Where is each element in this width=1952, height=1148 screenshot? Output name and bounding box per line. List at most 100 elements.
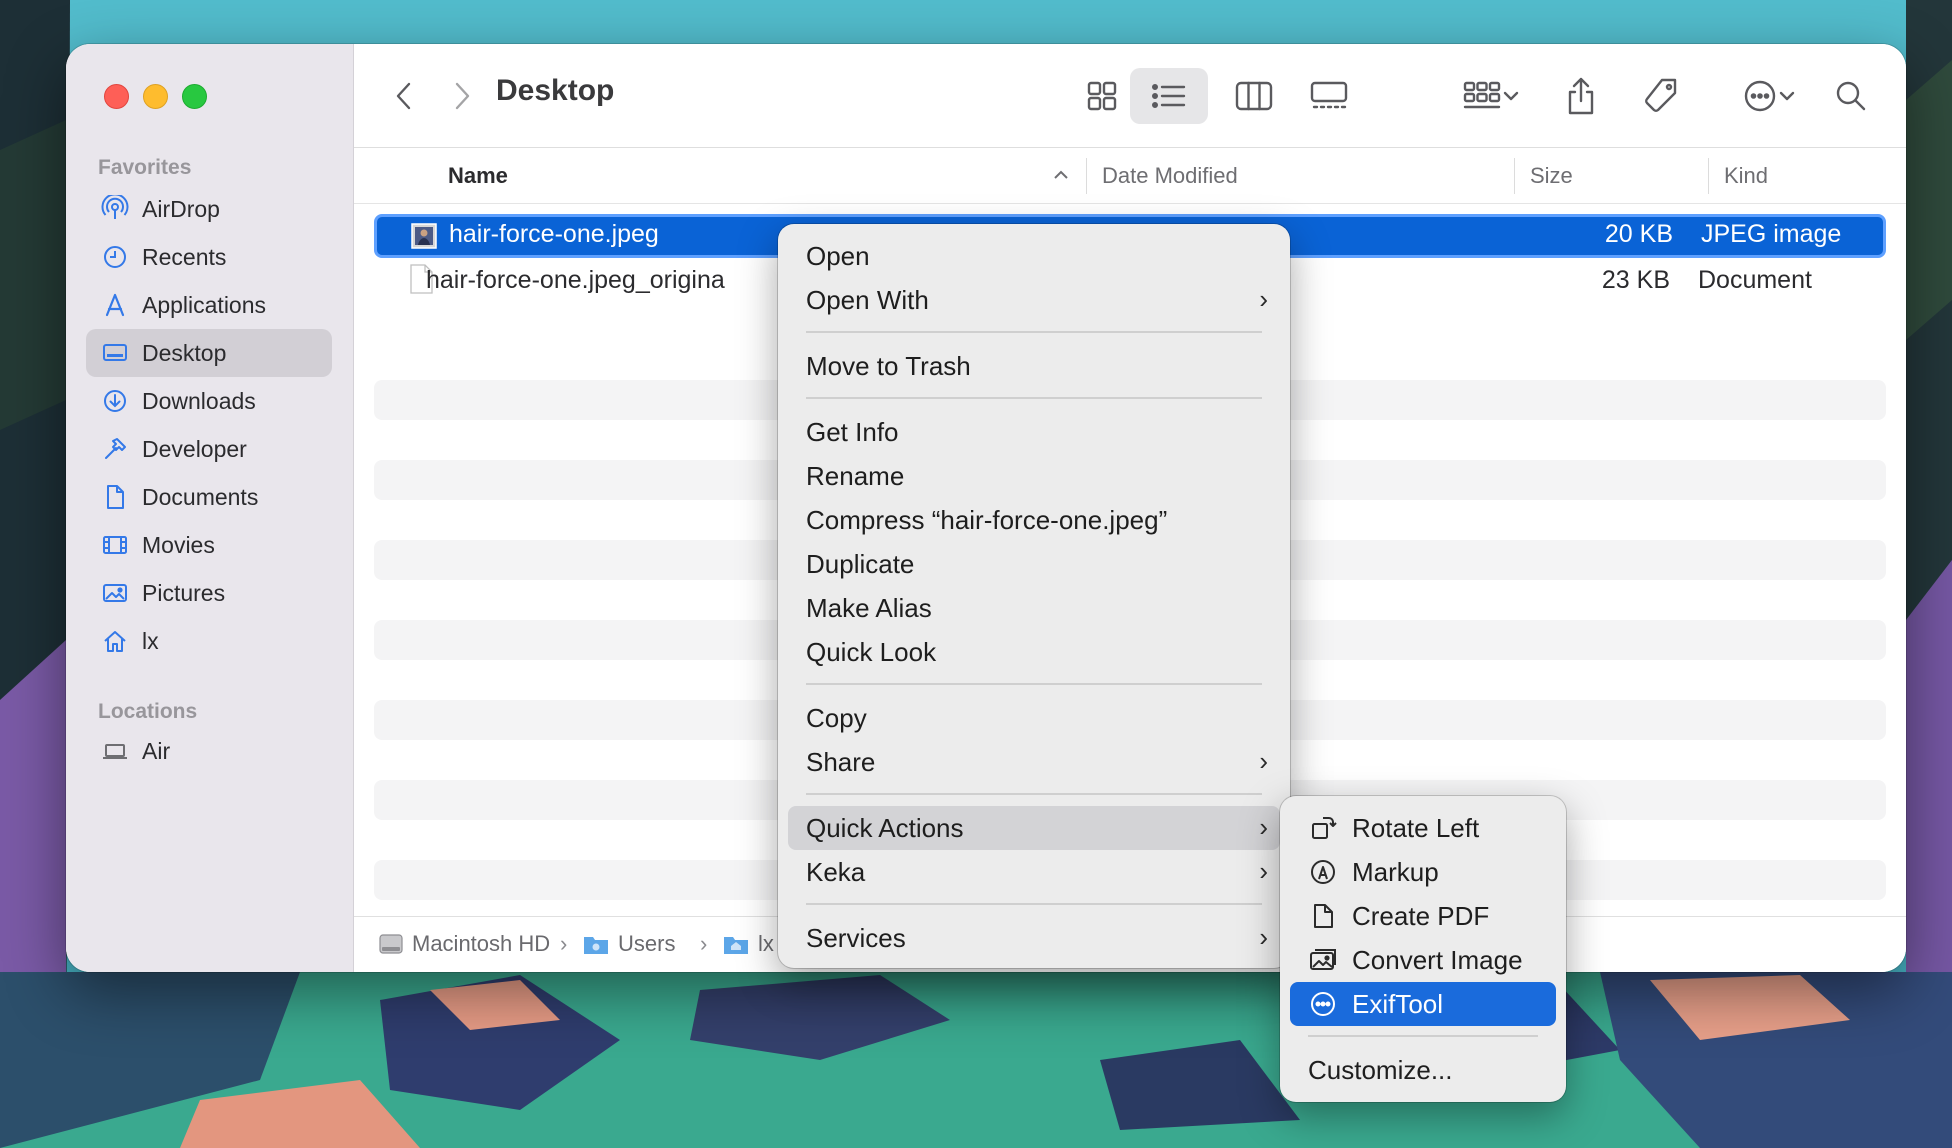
sidebar-item-label: Developer <box>142 435 247 462</box>
menu-item-share[interactable]: Share › <box>788 740 1280 784</box>
menu-item-label: Rename <box>806 460 905 491</box>
path-item-users[interactable]: Users <box>582 931 675 957</box>
search-button[interactable] <box>1826 68 1876 124</box>
actions-button[interactable] <box>1728 68 1810 124</box>
menu-item-markup[interactable]: Markup <box>1290 850 1556 894</box>
menu-item-label: Services <box>806 922 906 953</box>
path-separator: › <box>560 931 568 956</box>
menu-item-customize[interactable]: Customize... <box>1290 1048 1556 1092</box>
menu-item-label: Compress “hair-force-one.jpeg” <box>806 504 1168 535</box>
minimize-window-button[interactable] <box>143 84 168 109</box>
menu-item-quick-look[interactable]: Quick Look <box>788 630 1280 674</box>
download-icon <box>100 386 130 416</box>
sidebar-item-label: lx <box>142 627 159 654</box>
column-separator[interactable] <box>1708 158 1709 194</box>
close-window-button[interactable] <box>104 84 129 109</box>
column-view-button[interactable] <box>1224 68 1284 124</box>
sidebar-item-pictures[interactable]: Pictures <box>86 569 332 617</box>
quick-actions-submenu: Rotate Left Markup Create PDF Convert Im… <box>1280 796 1566 1102</box>
desktop-icon <box>100 338 130 368</box>
list-view-button[interactable] <box>1130 68 1208 124</box>
ellipsis-circle-icon <box>1744 80 1776 112</box>
sidebar-item-label: AirDrop <box>142 195 220 222</box>
columns-icon <box>1235 81 1273 111</box>
share-button[interactable] <box>1556 68 1606 124</box>
chevron-right-icon: › <box>1259 922 1268 952</box>
menu-item-open-with[interactable]: Open With › <box>788 278 1280 322</box>
menu-item-label: Copy <box>806 702 867 733</box>
menu-item-services[interactable]: Services › <box>788 916 1280 960</box>
hammer-icon <box>100 434 130 464</box>
column-separator[interactable] <box>1086 158 1087 194</box>
chevron-left-icon <box>396 82 411 110</box>
menu-item-duplicate[interactable]: Duplicate <box>788 542 1280 586</box>
window-controls <box>104 84 207 109</box>
sidebar-item-air[interactable]: Air <box>86 727 332 775</box>
gallery-view-button[interactable] <box>1298 68 1360 124</box>
toolbar: Desktop <box>354 44 1906 148</box>
menu-item-label: Quick Actions <box>806 812 964 843</box>
path-item-lx[interactable]: lx <box>722 931 774 957</box>
menu-item-label: Get Info <box>806 416 899 447</box>
menu-item-label: Move to Trash <box>806 350 971 381</box>
name-column-header[interactable]: Name <box>448 163 508 189</box>
jpeg-thumbnail-icon <box>411 223 437 249</box>
menu-item-rename[interactable]: Rename <box>788 454 1280 498</box>
chevron-right-icon <box>455 82 470 110</box>
menu-item-label: Duplicate <box>806 548 915 579</box>
sidebar-item-label: Recents <box>142 243 227 270</box>
menu-item-make-alias[interactable]: Make Alias <box>788 586 1280 630</box>
menu-item-copy[interactable]: Copy <box>788 696 1280 740</box>
menu-item-rotate-left[interactable]: Rotate Left <box>1290 806 1556 850</box>
forward-button[interactable] <box>440 68 484 124</box>
back-button[interactable] <box>382 68 426 124</box>
menu-item-open[interactable]: Open <box>788 234 1280 278</box>
context-menu: Open Open With › Move to Trash Get Info R… <box>778 224 1290 968</box>
menu-item-label: Make Alias <box>806 592 932 623</box>
convert-image-icon <box>1308 945 1338 975</box>
column-separator[interactable] <box>1514 158 1515 194</box>
menu-item-move-to-trash[interactable]: Move to Trash <box>788 344 1280 388</box>
path-item-label: Macintosh HD <box>412 931 551 956</box>
group-grid-icon <box>1463 81 1501 109</box>
menu-item-label: ExifTool <box>1352 988 1444 1019</box>
menu-item-label: Open <box>806 240 870 271</box>
sidebar-item-downloads[interactable]: Downloads <box>86 377 332 425</box>
chevron-right-icon: › <box>1259 284 1268 314</box>
tag-button[interactable] <box>1636 68 1686 124</box>
sidebar-item-applications[interactable]: Applications <box>86 281 332 329</box>
menu-item-convert-image[interactable]: Convert Image <box>1290 938 1556 982</box>
document-icon <box>100 482 130 512</box>
date-modified-column-header[interactable]: Date Modified <box>1102 163 1238 189</box>
group-by-button[interactable] <box>1450 68 1532 124</box>
icon-view-button[interactable] <box>1072 68 1132 124</box>
menu-item-get-info[interactable]: Get Info <box>788 410 1280 454</box>
menu-separator <box>806 903 1262 905</box>
kind-column-header[interactable]: Kind <box>1724 163 1768 189</box>
file-name: hair-force-one.jpeg_origina <box>426 266 725 294</box>
menu-item-compress[interactable]: Compress “hair-force-one.jpeg” <box>788 498 1280 542</box>
sidebar-item-airdrop[interactable]: AirDrop <box>86 185 332 233</box>
sidebar-item-developer[interactable]: Developer <box>86 425 332 473</box>
zoom-window-button[interactable] <box>182 84 207 109</box>
sidebar-item-desktop[interactable]: Desktop <box>86 329 332 377</box>
menu-item-keka[interactable]: Keka › <box>788 850 1280 894</box>
menu-item-quick-actions[interactable]: Quick Actions › <box>788 806 1280 850</box>
path-item-macintosh-hd[interactable]: Macintosh HD <box>378 931 550 957</box>
sidebar-item-recents[interactable]: Recents <box>86 233 332 281</box>
clock-icon <box>100 242 130 272</box>
window-title: Desktop <box>496 74 615 107</box>
menu-item-label: Keka <box>806 856 866 887</box>
size-column-header[interactable]: Size <box>1530 163 1573 189</box>
sidebar-item-documents[interactable]: Documents <box>86 473 332 521</box>
sidebar-item-home[interactable]: lx <box>86 617 332 665</box>
sidebar-item-label: Documents <box>142 483 259 510</box>
gallery-icon <box>1310 81 1348 109</box>
chevron-down-icon <box>1779 91 1795 101</box>
path-item-label: lx <box>758 931 774 956</box>
menu-item-exiftool[interactable]: ExifTool <box>1290 982 1556 1026</box>
sidebar-item-movies[interactable]: Movies <box>86 521 332 569</box>
home-icon <box>100 626 130 656</box>
favorites-section-label: Favorites <box>98 156 192 179</box>
menu-item-create-pdf[interactable]: Create PDF <box>1290 894 1556 938</box>
